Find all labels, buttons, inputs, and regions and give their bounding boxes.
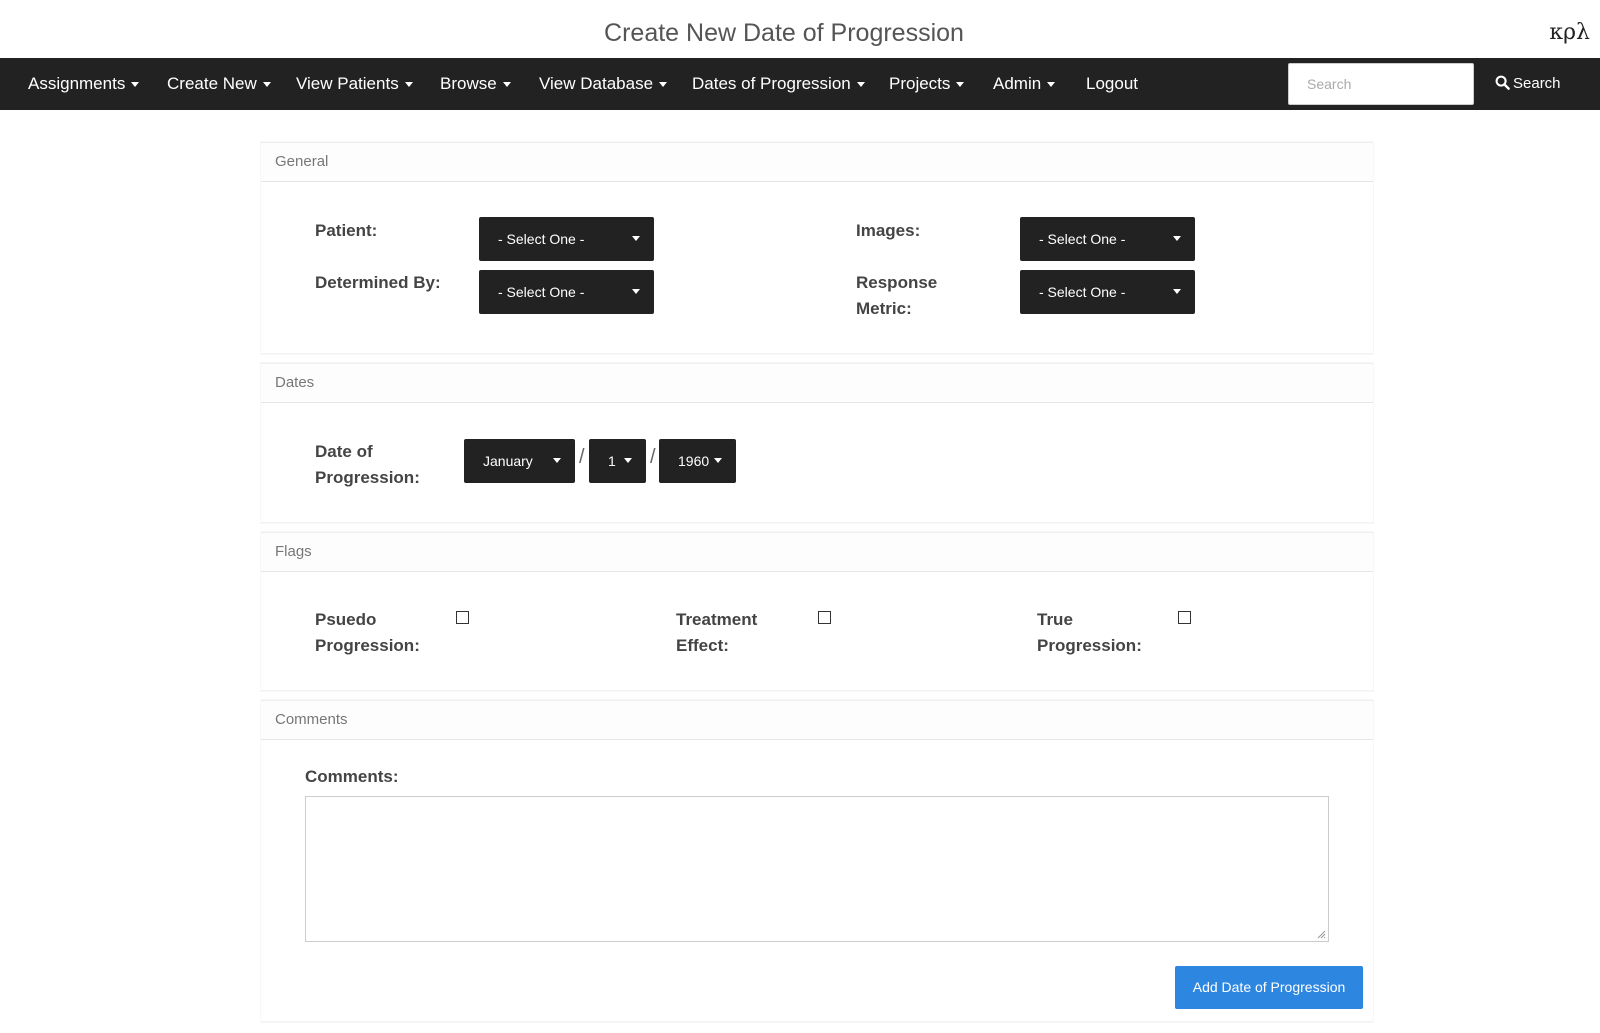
caret-down-icon xyxy=(1047,82,1056,88)
caret-down-icon xyxy=(956,82,965,88)
brand-logo[interactable]: κρλ xyxy=(1549,20,1590,45)
pseudo-progression-checkbox[interactable] xyxy=(456,611,469,624)
date-of-progression-label: Date of Progression: xyxy=(315,442,420,487)
general-panel: General xyxy=(261,142,1373,354)
page-title: Create New Date of Progression xyxy=(604,19,964,47)
day-select[interactable]: 1 xyxy=(589,439,646,483)
caret-down-icon xyxy=(659,82,668,88)
images-select[interactable]: - Select One - xyxy=(1020,217,1195,261)
nav-browse[interactable]: Browse xyxy=(440,58,511,110)
flags-panel: Flags xyxy=(261,532,1373,691)
pseudo-progression-label: Psuedo Progression: xyxy=(315,610,420,655)
search-input[interactable] xyxy=(1288,63,1474,105)
patient-select[interactable]: - Select One - xyxy=(479,217,654,261)
caret-down-icon xyxy=(502,82,511,88)
date-separator: / xyxy=(579,446,585,468)
resize-grip-icon[interactable] xyxy=(1316,929,1326,939)
nav-view-patients[interactable]: View Patients xyxy=(296,58,413,110)
add-date-of-progression-button[interactable]: Add Date of Progression xyxy=(1175,966,1363,1009)
true-progression-checkbox[interactable] xyxy=(1178,611,1191,624)
treatment-effect-checkbox[interactable] xyxy=(818,611,831,624)
comments-label: Comments: xyxy=(305,767,399,786)
nav-create-new[interactable]: Create New xyxy=(167,58,271,110)
nav-assignments[interactable]: Assignments xyxy=(28,58,140,110)
determined-by-label: Determined By: xyxy=(315,273,441,292)
dates-heading: Dates xyxy=(261,364,1373,403)
patient-label: Patient: xyxy=(315,221,378,240)
caret-down-icon xyxy=(131,82,140,88)
nav-projects[interactable]: Projects xyxy=(889,58,965,110)
month-select[interactable]: January xyxy=(464,439,575,483)
caret-down-icon xyxy=(553,458,561,463)
caret-down-icon xyxy=(1173,289,1181,294)
general-heading: General xyxy=(261,143,1373,182)
treatment-effect-label: Treatment Effect: xyxy=(676,610,758,655)
flags-heading: Flags xyxy=(261,533,1373,572)
year-select[interactable]: 1960 xyxy=(659,439,736,483)
nav-dates-of-progression[interactable]: Dates of Progression xyxy=(692,58,865,110)
nav-logout[interactable]: Logout xyxy=(1086,58,1138,110)
caret-down-icon xyxy=(1173,236,1181,241)
caret-down-icon xyxy=(624,458,632,463)
caret-down-icon xyxy=(262,82,271,88)
search-icon xyxy=(1495,75,1510,90)
caret-down-icon xyxy=(856,82,865,88)
search-button[interactable]: Search xyxy=(1495,58,1561,110)
caret-down-icon xyxy=(404,82,413,88)
caret-down-icon xyxy=(632,289,640,294)
comments-heading: Comments xyxy=(261,701,1373,740)
response-metric-label: Response Metric: xyxy=(856,273,938,318)
images-label: Images: xyxy=(856,221,921,240)
response-metric-select[interactable]: - Select One - xyxy=(1020,270,1195,314)
dates-panel: Dates xyxy=(261,363,1373,523)
caret-down-icon xyxy=(714,458,722,463)
nav-view-database[interactable]: View Database xyxy=(539,58,668,110)
caret-down-icon xyxy=(632,236,640,241)
determined-by-select[interactable]: - Select One - xyxy=(479,270,654,314)
comments-textarea[interactable] xyxy=(305,796,1329,942)
nav-admin[interactable]: Admin xyxy=(993,58,1056,110)
date-separator: / xyxy=(650,446,656,468)
true-progression-label: True Progression: xyxy=(1037,610,1142,655)
